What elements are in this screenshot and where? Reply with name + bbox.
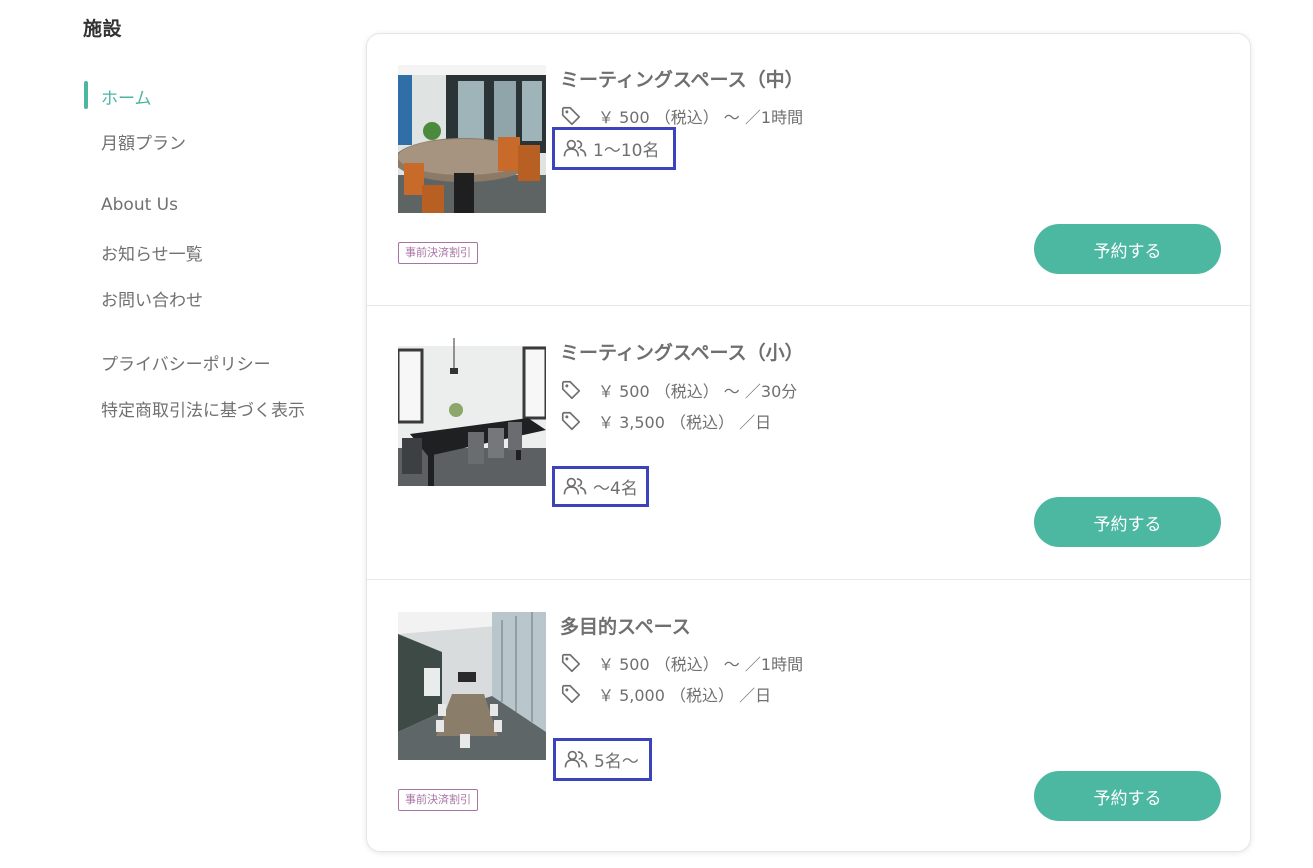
- reserve-button[interactable]: 予約する: [1034, 497, 1221, 547]
- price-tag-icon: [561, 106, 581, 126]
- section-title: 施設: [83, 18, 123, 40]
- reserve-button[interactable]: 予約する: [1034, 771, 1221, 821]
- nav-item-contact[interactable]: お問い合わせ: [101, 286, 203, 311]
- facility-list: ミーティングスペース（中） ￥ 500 （税込） ～ ／1時間 1～10名 事前…: [366, 33, 1251, 852]
- people-icon: [563, 477, 587, 494]
- price-tag-icon: [561, 684, 581, 704]
- capacity-highlight: ～4名: [552, 466, 649, 507]
- prepaid-discount-badge: 事前決済割引: [398, 242, 478, 264]
- facility-card: ミーティングスペース（小） ￥ 500 （税込） ～ ／30分 ￥ 3,500 …: [367, 306, 1250, 580]
- active-nav-indicator: [84, 81, 88, 109]
- facility-photo[interactable]: [398, 612, 546, 760]
- reserve-button[interactable]: 予約する: [1034, 224, 1221, 274]
- price-tag-icon: [561, 411, 581, 431]
- people-icon: [563, 139, 587, 156]
- nav-item-about-us[interactable]: About Us: [101, 195, 178, 215]
- nav-item-privacy-policy[interactable]: プライバシーポリシー: [101, 350, 271, 375]
- price-text: ￥ 500 （税込） ～ ／1時間: [598, 655, 804, 674]
- people-icon: [564, 750, 588, 767]
- price-row: ￥ 3,500 （税込） ／日: [560, 409, 771, 433]
- capacity-text: ～4名: [593, 479, 638, 499]
- facility-card: ミーティングスペース（中） ￥ 500 （税込） ～ ／1時間 1～10名 事前…: [367, 34, 1250, 306]
- nav-item-commercial-law[interactable]: 特定商取引法に基づく表示: [101, 396, 305, 421]
- facility-photo[interactable]: [398, 65, 546, 213]
- capacity-text: 5名～: [594, 752, 639, 772]
- facility-photo[interactable]: [398, 338, 546, 486]
- nav-item-home[interactable]: ホーム: [101, 84, 152, 109]
- price-row: ￥ 5,000 （税込） ／日: [560, 682, 771, 706]
- price-row: ￥ 500 （税込） ～ ／30分: [560, 378, 797, 402]
- price-tag-icon: [561, 653, 581, 673]
- price-text: ￥ 500 （税込） ～ ／30分: [598, 382, 798, 401]
- capacity-text: 1～10名: [593, 141, 660, 161]
- facility-title[interactable]: 多目的スペース: [560, 612, 691, 639]
- nav-item-monthly-plan[interactable]: 月額プラン: [101, 129, 186, 154]
- prepaid-discount-badge: 事前決済割引: [398, 789, 478, 811]
- price-tag-icon: [561, 380, 581, 400]
- facility-title[interactable]: ミーティングスペース（小）: [560, 338, 804, 365]
- price-text: ￥ 5,000 （税込） ／日: [598, 686, 772, 705]
- price-text: ￥ 500 （税込） ～ ／1時間: [598, 108, 804, 127]
- price-text: ￥ 3,500 （税込） ／日: [598, 413, 772, 432]
- facility-title[interactable]: ミーティングスペース（中）: [560, 65, 804, 92]
- price-row: ￥ 500 （税込） ～ ／1時間: [560, 104, 803, 128]
- capacity-highlight: 5名～: [553, 738, 652, 781]
- price-row: ￥ 500 （税込） ～ ／1時間: [560, 651, 803, 675]
- nav-item-news-list[interactable]: お知らせ一覧: [101, 240, 203, 265]
- capacity-highlight: 1～10名: [552, 127, 676, 170]
- facility-card: 多目的スペース ￥ 500 （税込） ～ ／1時間 ￥ 5,000 （税込） ／…: [367, 580, 1250, 851]
